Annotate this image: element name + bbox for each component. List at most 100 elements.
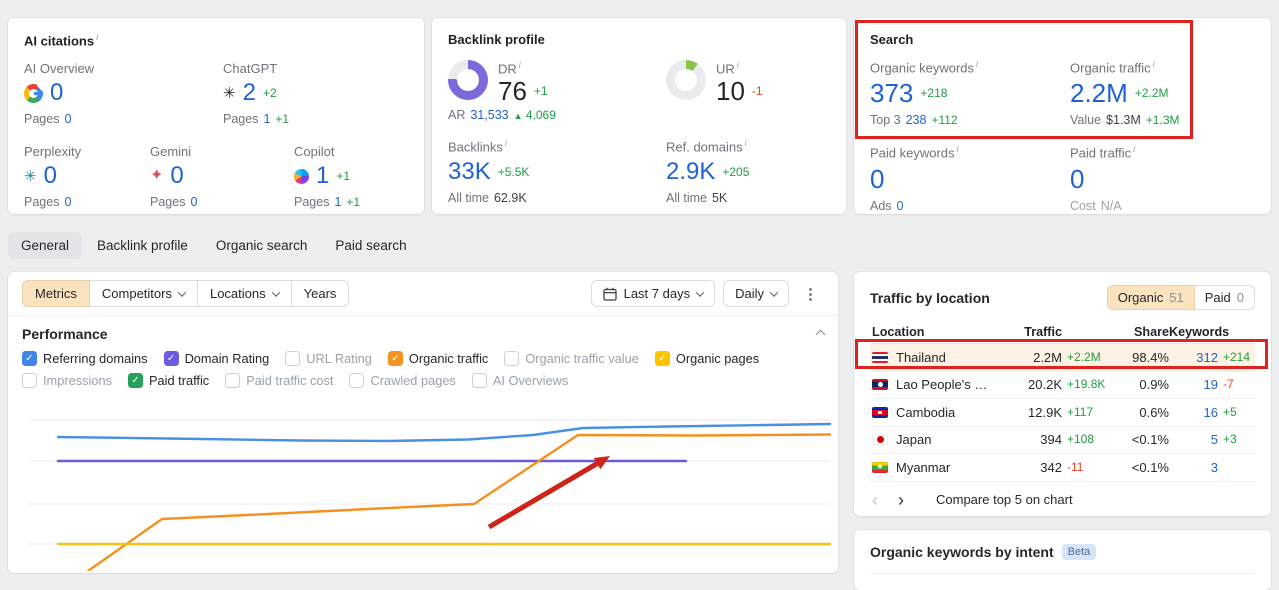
prev-page-button[interactable]: ‹ bbox=[872, 491, 878, 509]
traffic-by-location-card: Traffic by location Organic 51 Paid 0 Loca… bbox=[854, 272, 1271, 516]
granularity-button[interactable]: Daily bbox=[723, 280, 789, 307]
pages-value[interactable]: 1 bbox=[263, 112, 270, 126]
checkbox-organic-traffic[interactable]: ✓ Organic traffic bbox=[387, 351, 488, 366]
toggle-paid[interactable]: Paid 0 bbox=[1193, 285, 1255, 310]
more-options-button[interactable]: ⋮ bbox=[797, 283, 824, 305]
alltime-label: All time bbox=[666, 190, 707, 205]
table-row-myanmar[interactable]: Myanmar 342-11 <0.1% 3 bbox=[870, 454, 1255, 482]
metric-value[interactable]: 0 bbox=[170, 164, 183, 188]
value-amount: $1.3M bbox=[1106, 113, 1141, 128]
compare-top5-link[interactable]: Compare top 5 on chart bbox=[936, 492, 1073, 507]
col-share[interactable]: Share bbox=[1113, 325, 1169, 339]
top3-label: Top 3 bbox=[870, 113, 901, 128]
organic-traffic-delta: +2.2M bbox=[1134, 86, 1169, 101]
ai-metric-ai-overview: AI Overview 0 Pages 0 bbox=[24, 61, 223, 126]
view-segments: Metrics Competitors Locations Years bbox=[22, 280, 350, 307]
checkbox-icon: ✓ bbox=[654, 351, 670, 366]
report-tabs: General Backlink profile Organic search … bbox=[8, 232, 420, 259]
info-icon[interactable]: i bbox=[957, 144, 959, 154]
pages-value[interactable]: 0 bbox=[190, 195, 197, 209]
segment-metrics[interactable]: Metrics bbox=[22, 280, 90, 307]
col-keywords[interactable]: Keywords bbox=[1169, 325, 1229, 339]
checkbox-impressions[interactable]: Impressions bbox=[22, 373, 112, 388]
paid-keywords-label: Paid keywords i bbox=[870, 144, 959, 161]
ai-metric-copilot: Copilot 1 +1 Pages 1 +1 bbox=[294, 144, 408, 209]
performance-card: Metrics Competitors Locations Years Last… bbox=[8, 272, 838, 573]
url-rating-block: UR i 10 -1 bbox=[666, 60, 830, 104]
organic-traffic-value[interactable]: 2.2M bbox=[1070, 80, 1128, 106]
checkbox-icon: ✓ bbox=[22, 351, 37, 366]
location-table: Location Traffic Share Keywords Thailand… bbox=[870, 320, 1255, 482]
ar-value[interactable]: 31,533 bbox=[470, 108, 508, 122]
pages-label: Pages bbox=[223, 112, 259, 127]
info-icon[interactable]: i bbox=[96, 32, 98, 42]
checkbox-organic-traffic-value[interactable]: Organic traffic value bbox=[504, 351, 639, 366]
cost-label: Cost bbox=[1070, 198, 1096, 213]
ur-value[interactable]: 10 bbox=[716, 78, 745, 104]
cambodia-flag-icon bbox=[872, 406, 888, 418]
checkbox-ai-overviews[interactable]: AI Overviews bbox=[471, 373, 568, 388]
info-icon[interactable]: i bbox=[519, 60, 521, 70]
next-page-button[interactable]: › bbox=[898, 491, 904, 509]
pages-value[interactable]: 0 bbox=[64, 195, 71, 209]
metric-value[interactable]: 1 bbox=[316, 164, 329, 188]
date-range-button[interactable]: Last 7 days bbox=[590, 280, 716, 307]
metric-value[interactable]: 2 bbox=[243, 81, 256, 105]
segment-locations[interactable]: Locations bbox=[196, 280, 292, 307]
paid-keywords-value[interactable]: 0 bbox=[870, 166, 884, 192]
table-row-laos[interactable]: Lao People's Democratic Reput 20.2K+19.8… bbox=[870, 372, 1255, 399]
tab-backlink-profile[interactable]: Backlink profile bbox=[84, 232, 201, 259]
segment-years[interactable]: Years bbox=[290, 280, 350, 307]
col-location[interactable]: Location bbox=[872, 325, 924, 339]
checkbox-paid-traffic-cost[interactable]: Paid traffic cost bbox=[225, 373, 333, 388]
checkbox-paid-traffic[interactable]: ✓ Paid traffic bbox=[127, 373, 209, 388]
checkbox-domain-rating[interactable]: ✓ Domain Rating bbox=[163, 351, 269, 366]
toggle-organic[interactable]: Organic 51 bbox=[1106, 285, 1195, 310]
paid-traffic-value[interactable]: 0 bbox=[1070, 166, 1084, 192]
performance-chart-svg bbox=[28, 419, 832, 573]
info-icon[interactable]: i bbox=[745, 138, 747, 148]
metric-label: ChatGPT bbox=[223, 61, 278, 77]
info-icon[interactable]: i bbox=[1153, 59, 1155, 69]
backlinks-value[interactable]: 33K bbox=[448, 159, 491, 184]
collapse-section-button[interactable] bbox=[815, 329, 826, 339]
organic-paid-toggle: Organic 51 Paid 0 bbox=[1106, 285, 1255, 310]
ref-domains-value[interactable]: 2.9K bbox=[666, 159, 715, 184]
pages-delta: +1 bbox=[346, 195, 361, 210]
pages-value[interactable]: 0 bbox=[64, 112, 71, 126]
info-icon[interactable]: i bbox=[976, 59, 978, 69]
organic-keywords-value[interactable]: 373 bbox=[870, 80, 913, 106]
checkbox-organic-pages[interactable]: ✓ Organic pages bbox=[654, 351, 759, 366]
tab-organic-search[interactable]: Organic search bbox=[203, 232, 321, 259]
info-icon[interactable]: i bbox=[505, 138, 507, 148]
tab-general[interactable]: General bbox=[8, 232, 83, 259]
checkbox-icon bbox=[471, 373, 487, 388]
backlinks-delta: +5.5K bbox=[497, 164, 530, 179]
info-icon[interactable]: i bbox=[737, 60, 739, 70]
table-row-thailand[interactable]: Thailand 2.2M +2.2M 98.4% 312 +214 bbox=[870, 344, 1255, 372]
top3-value[interactable]: 238 bbox=[906, 113, 927, 127]
pages-value[interactable]: 1 bbox=[334, 195, 341, 209]
checkbox-icon bbox=[285, 351, 301, 366]
granularity-label: Daily bbox=[735, 286, 764, 301]
annotation-arrow bbox=[487, 458, 603, 530]
checkbox-referring-domains[interactable]: ✓ Referring domains bbox=[22, 351, 148, 366]
table-row-japan[interactable]: Japan 394 +108 <0.1% 5 +3 bbox=[870, 427, 1255, 454]
metric-value[interactable]: 0 bbox=[50, 81, 63, 105]
checkbox-crawled-pages[interactable]: Crawled pages bbox=[349, 373, 456, 388]
dr-value[interactable]: 76 bbox=[498, 78, 527, 104]
metric-delta: +1 bbox=[336, 169, 351, 184]
checkbox-icon bbox=[22, 373, 37, 388]
metric-value[interactable]: 0 bbox=[44, 164, 57, 188]
pages-label: Pages bbox=[150, 195, 186, 210]
alltime-value: 62.9K bbox=[493, 190, 527, 205]
table-row-cambodia[interactable]: Cambodia 12.9K +117 0.6% 16 +5 bbox=[870, 399, 1255, 427]
checkbox-url-rating[interactable]: URL Rating bbox=[285, 351, 372, 366]
segment-competitors[interactable]: Competitors bbox=[88, 280, 198, 307]
ads-value[interactable]: 0 bbox=[897, 199, 904, 213]
tab-paid-search[interactable]: Paid search bbox=[322, 232, 419, 259]
backlink-profile-card: Backlink profile DR i 76 +1 UR i 10 -1 A… bbox=[432, 18, 846, 214]
info-icon[interactable]: i bbox=[1133, 144, 1135, 154]
col-traffic[interactable]: Traffic bbox=[993, 325, 1062, 339]
metric-checkboxes: ✓ Referring domains ✓ Domain Rating URL Ra… bbox=[22, 351, 824, 388]
